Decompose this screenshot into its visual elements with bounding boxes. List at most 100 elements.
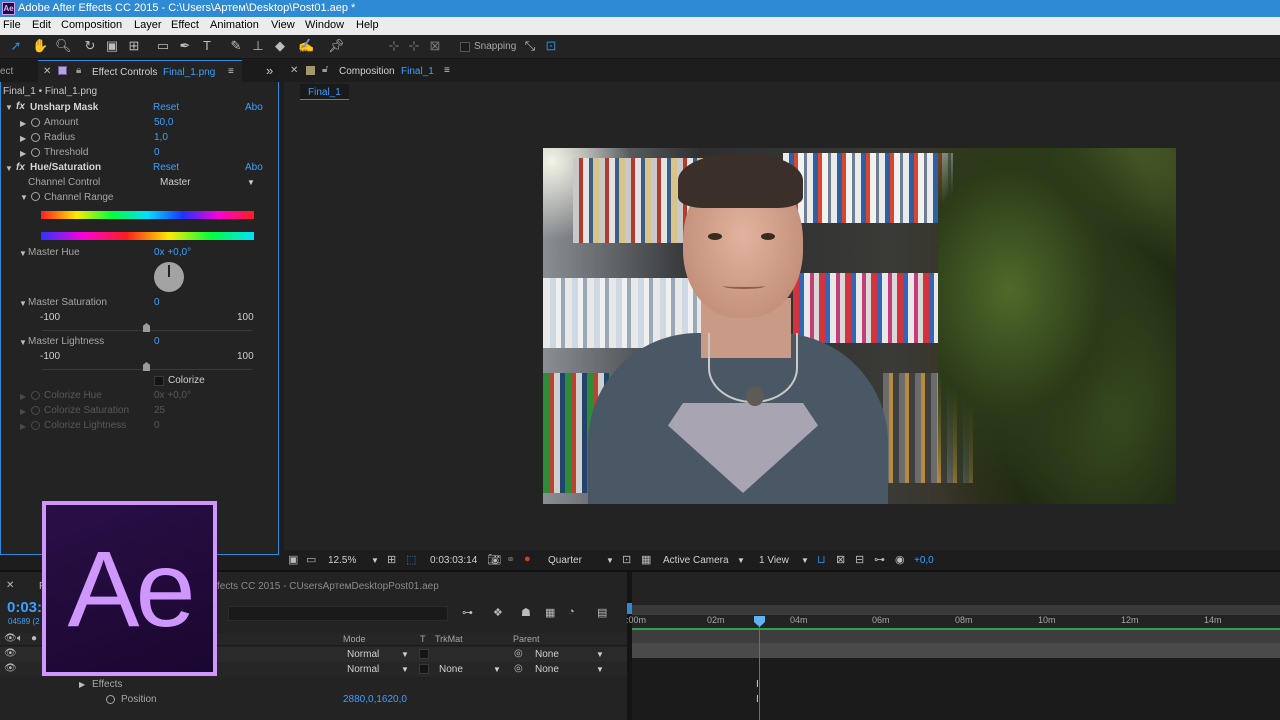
layer-bar[interactable]: [632, 643, 1280, 658]
master-lightness-expand-icon[interactable]: ▼: [19, 338, 27, 347]
snapshot-camera-icon[interactable]: 📷︎: [487, 553, 501, 566]
stopwatch-icon[interactable]: [31, 118, 40, 127]
snap-options-icon[interactable]: ⤡: [522, 38, 538, 54]
trkmat-column-header[interactable]: TrkMat: [435, 634, 463, 644]
menu-help[interactable]: Help: [356, 19, 379, 31]
color-channels-icon[interactable]: ●: [524, 553, 531, 565]
eye-icon[interactable]: 👁︎: [4, 648, 17, 659]
close-tab-icon[interactable]: ✕: [43, 66, 51, 77]
camera-dropdown[interactable]: Active Camera: [663, 555, 729, 566]
channel-control-dropdown[interactable]: Master: [160, 177, 191, 188]
roto-brush-tool-icon[interactable]: ✍: [298, 38, 314, 54]
menu-window[interactable]: Window: [305, 19, 344, 31]
menu-view[interactable]: View: [271, 19, 295, 31]
chevron-down-icon[interactable]: ▼: [493, 665, 501, 674]
effects-expand-icon[interactable]: ▶: [79, 680, 85, 689]
stopwatch-icon[interactable]: [31, 148, 40, 157]
local-axis-icon[interactable]: ⊹: [386, 38, 402, 54]
world-axis-icon[interactable]: ⊹: [406, 38, 422, 54]
layer-trkmat-dropdown[interactable]: None: [439, 664, 463, 675]
audio-icon[interactable]: 🔈︎: [17, 633, 23, 644]
stopwatch-icon[interactable]: [31, 192, 40, 201]
lock-icon[interactable]: 🔒︎: [76, 65, 81, 76]
hue-expand-icon[interactable]: ▼: [5, 164, 13, 173]
project-tab-fragment[interactable]: ect: [0, 66, 13, 77]
pan-behind-tool-icon[interactable]: ⊞: [126, 38, 142, 54]
timeline-timecode[interactable]: 0:03:: [7, 599, 42, 616]
stopwatch-icon[interactable]: [106, 695, 115, 704]
mode-column-header[interactable]: Mode: [343, 634, 366, 644]
keyframe-marker-icon[interactable]: I: [756, 694, 759, 705]
panel-menu-icon[interactable]: ≡: [444, 65, 450, 76]
colorize-hue-expand-icon[interactable]: ▶: [20, 392, 26, 401]
chevron-down-icon[interactable]: ▼: [401, 650, 409, 659]
mask-visibility-icon[interactable]: ⬚: [406, 553, 416, 566]
snapping-checkbox[interactable]: [460, 42, 470, 52]
exposure-reset-icon[interactable]: ◉: [895, 553, 905, 566]
menu-composition[interactable]: Composition: [61, 19, 122, 31]
chevron-down-icon[interactable]: ▼: [401, 665, 409, 674]
composition-tab-name[interactable]: Final_1: [401, 66, 434, 77]
solo-icon[interactable]: ●: [31, 633, 37, 644]
graph-editor-icon[interactable]: ▤: [597, 606, 607, 619]
comp-subtab[interactable]: Final_1: [300, 84, 349, 100]
overflow-icon[interactable]: »: [266, 63, 273, 78]
safe-zones-icon[interactable]: ⊞: [387, 553, 396, 566]
amount-value[interactable]: 50,0: [154, 117, 173, 128]
menu-effect[interactable]: Effect: [171, 19, 199, 31]
chevron-down-icon[interactable]: ▼: [371, 556, 379, 565]
stopwatch-icon[interactable]: [31, 406, 40, 415]
stopwatch-icon[interactable]: [31, 133, 40, 142]
chevron-down-icon[interactable]: ▼: [247, 178, 255, 187]
selection-tool-icon[interactable]: ➚: [8, 38, 24, 54]
master-lightness-value[interactable]: 0: [154, 336, 160, 347]
time-ruler[interactable]: :00m 02m 04m 06m 08m 10m 12m 14m: [626, 615, 1280, 629]
view-axis-icon[interactable]: ⊠: [427, 38, 443, 54]
puppet-pin-tool-icon[interactable]: 📌︎: [328, 38, 345, 54]
chevron-down-icon[interactable]: ▼: [596, 650, 604, 659]
always-preview-icon[interactable]: ▣: [288, 553, 298, 566]
colorize-checkbox[interactable]: [154, 376, 164, 386]
menu-file[interactable]: File: [3, 19, 21, 31]
menu-animation[interactable]: Animation: [210, 19, 259, 31]
views-dropdown[interactable]: 1 View: [759, 555, 789, 566]
layer-search-input[interactable]: [228, 606, 448, 621]
parent-pickwhip-icon[interactable]: ◎: [514, 663, 523, 674]
parent-pickwhip-icon[interactable]: ◎: [514, 648, 523, 659]
playhead-line[interactable]: [759, 627, 760, 720]
fast-previews-icon[interactable]: ⊠: [836, 553, 845, 566]
fx-icon[interactable]: fx: [16, 101, 25, 112]
t-column-header[interactable]: T: [420, 634, 426, 644]
draft-3d-icon[interactable]: ❖: [493, 606, 503, 619]
composition-navigator-icon[interactable]: ⊶: [462, 606, 473, 619]
chevron-down-icon[interactable]: ▼: [801, 556, 809, 565]
menu-edit[interactable]: Edit: [32, 19, 51, 31]
master-saturation-value[interactable]: 0: [154, 297, 160, 308]
exposure-value[interactable]: +0,0: [914, 555, 934, 566]
channel-range-bar-bottom[interactable]: [41, 232, 254, 240]
panel-menu-icon[interactable]: ≡: [228, 66, 234, 77]
zoom-tool-icon[interactable]: 🔍︎: [55, 38, 72, 54]
hue-about-link[interactable]: Abo: [245, 162, 263, 173]
timeline-icon[interactable]: ⊟: [855, 553, 864, 566]
pen-tool-icon[interactable]: ✒: [177, 38, 193, 54]
layer-mode-dropdown[interactable]: Normal: [347, 649, 379, 660]
threshold-value[interactable]: 0: [154, 147, 160, 158]
frame-blending-icon[interactable]: ▦: [545, 606, 555, 619]
colorize-lightness-expand-icon[interactable]: ▶: [20, 422, 26, 431]
eye-icon[interactable]: 👁︎: [4, 633, 17, 644]
preserve-transparency-checkbox[interactable]: [419, 649, 429, 659]
layer-parent-dropdown[interactable]: None: [535, 649, 559, 660]
hand-tool-icon[interactable]: ✋: [32, 38, 48, 54]
toggle-pixel-aspect-icon[interactable]: ⊔: [817, 553, 826, 566]
parent-column-header[interactable]: Parent: [513, 634, 540, 644]
threshold-expand-icon[interactable]: ▶: [20, 149, 26, 158]
motion-blur-icon[interactable]: ◔: [568, 606, 575, 618]
rectangle-tool-icon[interactable]: ▭: [155, 38, 171, 54]
timeline-tracks[interactable]: [632, 628, 1280, 720]
saturation-slider-thumb[interactable]: [143, 323, 150, 332]
type-tool-icon[interactable]: T: [199, 38, 215, 54]
radius-expand-icon[interactable]: ▶: [20, 134, 26, 143]
radius-value[interactable]: 1,0: [154, 132, 168, 143]
close-tab-icon[interactable]: ✕: [6, 580, 14, 591]
